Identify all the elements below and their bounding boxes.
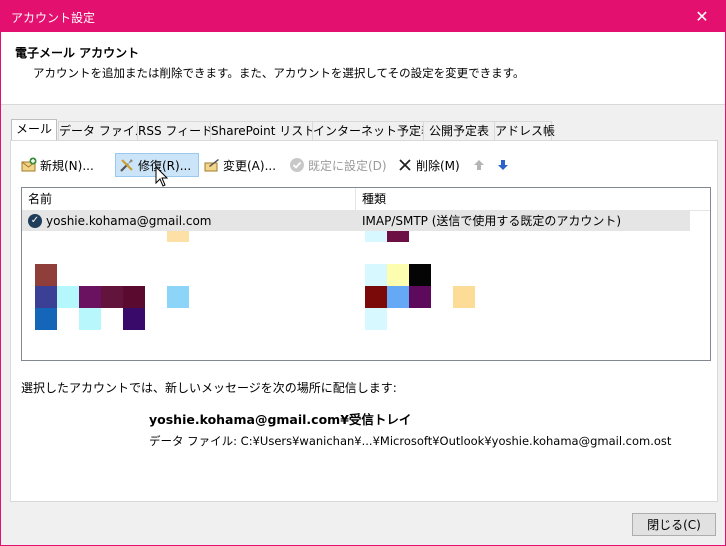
tab-published-calendars[interactable]: 公開予定表 — [423, 121, 495, 141]
mail-tab-panel: 新規(N)... 修復(R)... 変更(A)... 既定に設定(D) 削除(M… — [10, 140, 718, 502]
change-icon — [204, 157, 220, 173]
change-button[interactable]: 変更(A)... — [204, 153, 284, 177]
set-default-button[interactable]: 既定に設定(D) — [289, 153, 389, 177]
account-name: yoshie.kohama@gmail.com — [46, 214, 212, 228]
move-up-button[interactable] — [471, 153, 487, 177]
default-account-check-icon: ✓ — [28, 214, 42, 228]
delivery-folder: yoshie.kohama@gmail.com¥受信トレイ — [149, 412, 412, 427]
account-settings-window: アカウント設定 ✕ 電子メール アカウント アカウントを追加または削除できます。… — [0, 0, 726, 546]
tab-sharepoint-lists[interactable]: SharePoint リスト — [210, 121, 315, 141]
new-account-icon — [21, 157, 37, 173]
delivery-description: 選択したアカウントでは、新しいメッセージを次の場所に配信します: — [21, 381, 397, 395]
tab-data-files[interactable]: データ ファイル — [58, 121, 147, 141]
set-default-button-label: 既定に設定(D) — [308, 158, 387, 173]
column-header-name[interactable]: 名前 — [22, 188, 355, 210]
account-list[interactable]: 名前 種類 ✓ yoshie.kohama@gmail.com IMAP/SMT… — [21, 187, 711, 361]
mouse-cursor-icon — [155, 166, 169, 187]
section-description: アカウントを追加または削除できます。また、アカウントを選択してその設定を変更でき… — [33, 66, 525, 80]
section-title: 電子メール アカウント — [15, 46, 140, 60]
tab-rss-feeds[interactable]: RSS フィード — [137, 121, 213, 141]
close-button[interactable]: 閉じる(C) — [632, 513, 716, 536]
repair-icon — [119, 157, 135, 173]
delete-button[interactable]: 削除(M) — [397, 153, 463, 177]
move-down-icon — [495, 157, 511, 173]
title-bar: アカウント設定 ✕ — [1, 1, 725, 32]
move-up-icon — [471, 157, 487, 173]
column-header-type[interactable]: 種類 — [356, 188, 710, 210]
tab-address-books[interactable]: アドレス帳 — [494, 121, 555, 141]
tab-mail[interactable]: メール — [11, 119, 57, 142]
set-default-icon — [289, 157, 305, 173]
delete-icon — [397, 157, 413, 173]
tab-internet-calendars[interactable]: インターネット予定表 — [312, 121, 433, 141]
account-type: IMAP/SMTP (送信で使用する既定のアカウント) — [362, 214, 622, 228]
window-title: アカウント設定 — [11, 11, 96, 25]
move-down-button[interactable] — [495, 153, 511, 177]
new-button[interactable]: 新規(N)... — [21, 153, 105, 177]
new-button-label: 新規(N)... — [40, 158, 94, 173]
change-button-label: 変更(A)... — [223, 158, 277, 173]
account-row[interactable]: ✓ yoshie.kohama@gmail.com IMAP/SMTP (送信で… — [22, 211, 690, 231]
header-section: 電子メール アカウント アカウントを追加または削除できます。また、アカウントを選… — [1, 32, 725, 105]
data-file-path: データ ファイル: C:¥Users¥wanichan¥...¥Microsof… — [149, 434, 672, 448]
delete-button-label: 削除(M) — [416, 158, 460, 173]
window-close-button[interactable]: ✕ — [679, 1, 725, 32]
list-header: 名前 種類 — [22, 188, 710, 211]
